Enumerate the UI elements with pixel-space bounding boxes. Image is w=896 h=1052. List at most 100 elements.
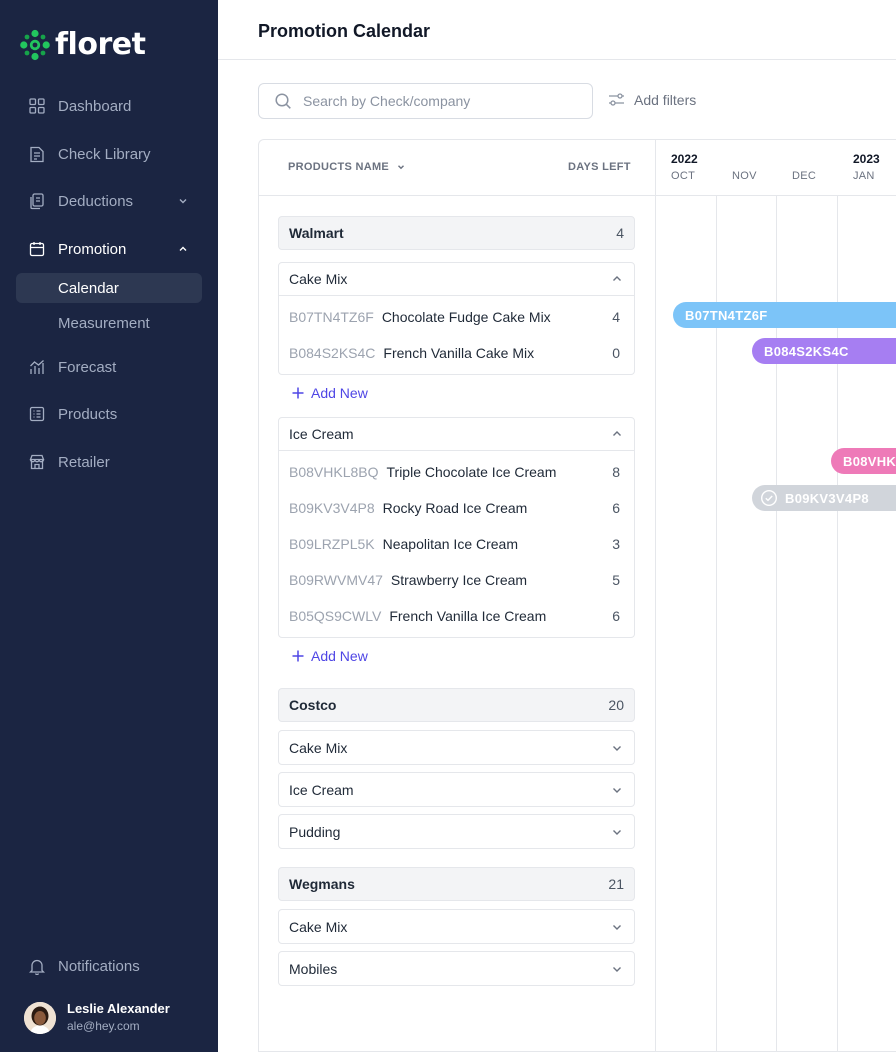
product-name: Chocolate Fudge Cake Mix xyxy=(381,309,551,325)
category-card[interactable]: Ice Cream xyxy=(278,772,635,807)
retailer-group-header[interactable]: Wegmans 21 xyxy=(278,867,635,901)
table-header: PRODUCTS NAME DAYS LEFT 2022 2023 OCT NO… xyxy=(259,140,896,196)
category-card[interactable]: Mobiles xyxy=(278,951,635,986)
category-header[interactable]: Ice Cream xyxy=(279,773,634,806)
product-row[interactable]: B05QS9CWLV French Vanilla Ice Cream 6 xyxy=(279,598,634,634)
add-new-label: Add New xyxy=(311,648,368,664)
logo[interactable]: floret xyxy=(20,29,146,61)
retailer-count: 20 xyxy=(608,697,624,713)
page-title: Promotion Calendar xyxy=(258,21,431,41)
chevron-up-icon xyxy=(613,276,621,281)
chevron-down-icon xyxy=(179,199,187,204)
add-new-button[interactable]: Add New xyxy=(291,385,368,401)
products-name-column-header[interactable]: PRODUCTS NAME xyxy=(288,161,407,173)
page-header: Promotion Calendar xyxy=(218,0,896,60)
product-row[interactable]: B09RWVMV47 Strawberry Ice Cream 5 xyxy=(279,562,634,598)
sidebar-item-check-library[interactable]: Check Library xyxy=(16,139,202,169)
timeline-month: JAN xyxy=(853,170,875,182)
product-days-left: 0 xyxy=(612,345,620,361)
sidebar-item-retailer[interactable]: Retailer xyxy=(16,447,202,477)
timeline-bar-label: B07TN4TZ6F xyxy=(685,307,768,323)
search-icon xyxy=(275,93,291,109)
plus-icon xyxy=(292,650,304,662)
sidebar-item-label: Forecast xyxy=(58,358,117,376)
product-row[interactable]: B09KV3V4P8 Rocky Road Ice Cream 6 xyxy=(279,490,634,526)
user-email: ale@hey.com xyxy=(67,1019,140,1033)
category-name: Ice Cream xyxy=(289,426,354,442)
chevron-down-icon xyxy=(613,829,621,835)
category-header[interactable]: Pudding xyxy=(279,815,634,848)
retailer-name: Wegmans xyxy=(289,876,355,892)
search-box[interactable] xyxy=(258,83,593,119)
timeline-bar[interactable]: B07TN4TZ6F xyxy=(673,302,896,328)
timeline-bar-label: B08VHKL8BQ xyxy=(843,453,896,469)
chevron-down-icon xyxy=(398,165,405,170)
product-days-left: 3 xyxy=(612,536,620,552)
sidebar-item-label: Products xyxy=(58,405,118,423)
sidebar-item-label: Promotion xyxy=(58,240,127,258)
sidebar-subitem-label: Calendar xyxy=(58,279,119,297)
user-profile[interactable]: Leslie Alexander ale@hey.com xyxy=(24,1000,170,1035)
product-sku: B08VHKL8BQ xyxy=(289,464,379,480)
store-icon xyxy=(28,453,46,471)
product-name: Strawberry Ice Cream xyxy=(390,572,528,588)
add-new-label: Add New xyxy=(311,385,368,401)
sidebar-subitem-measurement[interactable]: Measurement xyxy=(16,308,202,338)
timeline-year: 2023 xyxy=(853,152,880,166)
sidebar-item-label: Check Library xyxy=(58,145,151,163)
timeline-bar[interactable]: B09KV3V4P8 xyxy=(752,485,896,511)
sidebar-item-dashboard[interactable]: Dashboard xyxy=(16,91,202,121)
category-header[interactable]: Mobiles xyxy=(279,952,634,985)
add-filters-button[interactable]: Add filters xyxy=(608,91,696,108)
search-input[interactable] xyxy=(303,93,563,109)
product-days-left: 4 xyxy=(612,309,620,325)
document-icon xyxy=(28,145,46,163)
product-row[interactable]: B08VHKL8BQ Triple Chocolate Ice Cream 8 xyxy=(279,454,634,490)
products-name-header-label: PRODUCTS NAME xyxy=(288,161,390,173)
product-name: French Vanilla Ice Cream xyxy=(389,608,547,624)
retailer-count: 21 xyxy=(608,876,624,892)
retailer-count: 4 xyxy=(616,225,624,241)
sidebar: floret Dashboard Check Library Deduction… xyxy=(0,0,218,1052)
product-row[interactable]: B09LRZPL5K Neapolitan Ice Cream 3 xyxy=(279,526,634,562)
category-card[interactable]: Pudding xyxy=(278,814,635,849)
sidebar-item-label: Dashboard xyxy=(58,97,132,115)
retailer-group-header[interactable]: Costco 20 xyxy=(278,688,635,722)
sidebar-subitem-calendar[interactable]: Calendar xyxy=(16,273,202,303)
main-content: Promotion Calendar Add filters PRODUCTS … xyxy=(218,0,896,1052)
sidebar-item-deductions[interactable]: Deductions xyxy=(16,186,202,216)
product-name: Neapolitan Ice Cream xyxy=(382,536,519,552)
category-header[interactable]: Cake Mix xyxy=(279,910,634,943)
timeline-bar[interactable]: B08VHKL8BQ xyxy=(831,448,896,474)
retailer-name: Walmart xyxy=(289,225,344,241)
sidebar-item-label: Retailer xyxy=(58,453,110,471)
promotion-table: PRODUCTS NAME DAYS LEFT 2022 2023 OCT NO… xyxy=(258,139,896,1052)
category-header[interactable]: Ice Cream xyxy=(279,418,634,451)
category-card[interactable]: Cake Mix xyxy=(278,730,635,765)
product-row[interactable]: B07TN4TZ6F Chocolate Fudge Cake Mix 4 xyxy=(279,299,634,335)
category-header[interactable]: Cake Mix xyxy=(279,263,634,296)
retailer-group-header[interactable]: Walmart 4 xyxy=(278,216,635,250)
timeline-bar[interactable]: B084S2KS4C xyxy=(752,338,896,364)
category-name: Pudding xyxy=(289,823,341,840)
user-name: Leslie Alexander xyxy=(67,1001,170,1016)
product-days-left: 6 xyxy=(612,500,620,516)
category-card[interactable]: Cake Mix xyxy=(278,909,635,944)
bell-icon xyxy=(28,957,46,975)
avatar xyxy=(24,1001,56,1034)
product-sku: B09RWVMV47 xyxy=(289,572,383,588)
chart-icon xyxy=(28,358,46,376)
days-left-column-header: DAYS LEFT xyxy=(568,161,631,173)
sidebar-subitem-label: Measurement xyxy=(58,314,150,332)
category-header[interactable]: Cake Mix xyxy=(279,731,634,764)
sidebar-item-forecast[interactable]: Forecast xyxy=(16,352,202,382)
sidebar-item-promotion[interactable]: Promotion xyxy=(16,234,202,264)
product-row[interactable]: B084S2KS4C French Vanilla Cake Mix 0 xyxy=(279,335,634,371)
sidebar-item-products[interactable]: Products xyxy=(16,399,202,429)
documents-icon xyxy=(28,192,46,210)
add-new-button[interactable]: Add New xyxy=(291,648,368,664)
category-name: Cake Mix xyxy=(289,918,348,935)
product-sku: B05QS9CWLV xyxy=(289,608,382,624)
sidebar-item-notifications[interactable]: Notifications xyxy=(16,951,202,981)
grid-icon xyxy=(28,97,46,115)
